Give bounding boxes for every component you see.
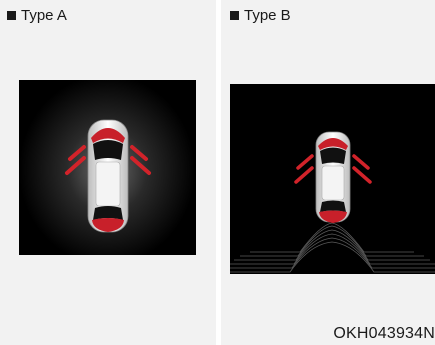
- figure-code: OKH043934N: [333, 325, 435, 342]
- type-b-panel: Type B OKH043934N: [221, 0, 435, 345]
- type-b-heading: Type B: [230, 8, 291, 23]
- type-a-heading: Type A: [7, 8, 67, 23]
- type-a-panel: Type A: [0, 0, 216, 345]
- square-bullet-icon: [230, 11, 239, 20]
- type-a-display: [19, 80, 196, 255]
- type-a-label: Type A: [21, 7, 67, 24]
- type-b-display: [230, 84, 435, 274]
- car-top-view-icon: [87, 119, 129, 233]
- square-bullet-icon: [7, 11, 16, 20]
- car-top-view-icon: [315, 131, 351, 223]
- type-b-label: Type B: [244, 7, 291, 24]
